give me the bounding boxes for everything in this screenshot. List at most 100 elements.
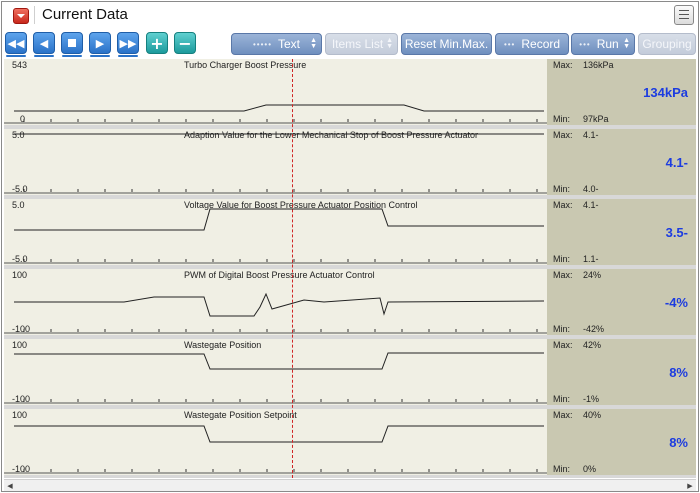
min-label: Min: — [553, 394, 571, 404]
max-label: Max: — [553, 410, 573, 420]
min-value: 97kPa — [583, 114, 609, 124]
scale-top: 5.0 — [12, 130, 25, 140]
stop-icon[interactable] — [61, 32, 83, 54]
min-value: 4.0- — [583, 184, 599, 194]
min-value: 0% — [583, 464, 597, 474]
time-cursor[interactable] — [292, 59, 293, 478]
record-button[interactable]: ••• Record — [495, 33, 569, 55]
channel-name: Wastegate Position Setpoint — [184, 410, 297, 420]
current-value: 8% — [669, 365, 688, 380]
channel-values: Max: 4.1- 3.5- Min: 1.1- — [547, 199, 696, 265]
horizontal-scrollbar[interactable]: ◀ ▶ — [4, 479, 696, 491]
signal-trace — [14, 208, 544, 231]
channel-graph[interactable]: 100 -100 PWM of Digital Boost Pressure A… — [4, 269, 547, 335]
min-value: -1% — [583, 394, 600, 404]
channel-graph[interactable]: 543 0 Turbo Charger Boost Pressure — [4, 59, 547, 125]
max-label: Max: — [553, 200, 573, 210]
window-menu-icon[interactable] — [13, 8, 29, 24]
max-value: 4.1- — [583, 130, 599, 140]
signal-trace — [14, 292, 545, 317]
scale-bottom: -100 — [12, 464, 31, 474]
scale-top: 543 — [12, 60, 28, 70]
current-value: 4.1- — [665, 155, 688, 170]
dots-icon: ••• — [579, 39, 591, 49]
channel-name: Turbo Charger Boost Pressure — [184, 60, 307, 70]
step-forward-icon[interactable]: ▶ — [89, 32, 111, 54]
max-value: 42% — [583, 340, 602, 350]
scroll-left-icon[interactable]: ◀ — [5, 481, 15, 490]
rewind-icon[interactable]: ◀◀ — [5, 32, 27, 54]
title-divider — [34, 6, 35, 24]
document-icon[interactable] — [674, 5, 694, 25]
spinner-icon: ▲ ▼ — [623, 37, 630, 50]
channel-name: Adaption Value for the Lower Mechanical … — [184, 130, 479, 140]
channel-graph[interactable]: 5.0 -5.0 Adaption Value for the Lower Me… — [4, 129, 547, 195]
signal-trace — [14, 425, 544, 443]
max-value: 4.1- — [583, 200, 599, 210]
max-value: 136kPa — [583, 60, 614, 70]
current-data-window: Current Data ◀◀ ◀ ▶ ▶▶ + − ••••• Text ▲ ▼… — [1, 1, 699, 492]
current-value: 8% — [669, 435, 688, 450]
scale-top: 100 — [12, 340, 28, 350]
min-label: Min: — [553, 254, 571, 264]
graph-plot — [4, 352, 547, 404]
run-dropdown[interactable]: ••• Run ▲ ▼ — [571, 33, 635, 55]
signal-trace — [14, 352, 544, 370]
spinner-icon: ▲ ▼ — [310, 37, 317, 50]
min-label: Min: — [553, 324, 571, 334]
current-value: -4% — [664, 295, 688, 310]
run-label: Run — [596, 37, 619, 51]
current-value: 3.5- — [665, 225, 688, 240]
min-label: Min: — [553, 464, 571, 474]
row-divider — [4, 475, 696, 478]
rewind-underline — [6, 55, 26, 57]
min-value: -42% — [583, 324, 605, 334]
window-title: Current Data — [42, 6, 128, 23]
reset-min-max-button[interactable]: Reset Min.Max. — [401, 33, 492, 55]
zoom-in-icon[interactable]: + — [146, 32, 168, 54]
items-list-dropdown[interactable]: Items List ▲ ▼ — [325, 33, 398, 55]
dots-icon: ••• — [503, 39, 516, 49]
step-back-icon[interactable]: ◀ — [33, 32, 55, 54]
grouping-button[interactable]: Grouping — [638, 33, 696, 55]
max-label: Max: — [553, 270, 573, 280]
fast-forward-underline — [118, 55, 138, 57]
scale-top: 5.0 — [12, 200, 25, 210]
min-label: Min: — [553, 184, 571, 194]
scale-bottom: -100 — [12, 324, 31, 334]
items-list-label: Items List — [331, 37, 384, 51]
signal-trace — [14, 104, 544, 112]
channel-graph[interactable]: 100 -100 Wastegate Position — [4, 339, 547, 405]
scale-top: 100 — [12, 410, 28, 420]
fast-forward-icon[interactable]: ▶▶ — [117, 32, 139, 54]
channel-values: Max: 24% -4% Min: -42% — [547, 269, 696, 335]
scale-bottom: -5.0 — [12, 254, 28, 264]
step-forward-underline — [90, 55, 110, 57]
channel-values: Max: 136kPa 134kPa Min: 97kPa — [547, 59, 696, 125]
channel-name: PWM of Digital Boost Pressure Actuator C… — [184, 270, 375, 280]
scale-bottom: 0 — [20, 114, 26, 124]
title-bar: Current Data — [2, 2, 698, 28]
channel-name: Voltage Value for Boost Pressure Actuato… — [184, 200, 418, 210]
channel-graph[interactable]: 5.0 -5.0 Voltage Value for Boost Pressur… — [4, 199, 547, 265]
dots-icon: ••••• — [252, 39, 272, 49]
stop-underline — [62, 55, 82, 57]
min-label: Min: — [553, 114, 571, 124]
max-label: Max: — [553, 60, 573, 70]
text-dropdown-label: Text — [278, 37, 301, 51]
scale-top: 100 — [12, 270, 28, 280]
channel-values: Max: 42% 8% Min: -1% — [547, 339, 696, 405]
scroll-right-icon[interactable]: ▶ — [685, 481, 695, 490]
channel-name: Wastegate Position — [184, 340, 262, 350]
channel-graph[interactable]: 100 -100 Wastegate Position Setpoint — [4, 409, 547, 475]
zoom-out-icon[interactable]: − — [174, 32, 196, 54]
text-dropdown[interactable]: ••••• Text ▲ ▼ — [231, 33, 322, 55]
channel-values: Max: 4.1- 4.1- Min: 4.0- — [547, 129, 696, 195]
max-label: Max: — [553, 340, 573, 350]
max-value: 40% — [583, 410, 602, 420]
channel-rows: 543 0 Turbo Charger Boost Pressure Max: … — [4, 59, 696, 478]
min-value: 1.1- — [583, 254, 599, 264]
max-label: Max: — [553, 130, 573, 140]
current-value: 134kPa — [643, 85, 688, 100]
toolbar: ◀◀ ◀ ▶ ▶▶ + − ••••• Text ▲ ▼ Items List ▲… — [2, 29, 698, 59]
